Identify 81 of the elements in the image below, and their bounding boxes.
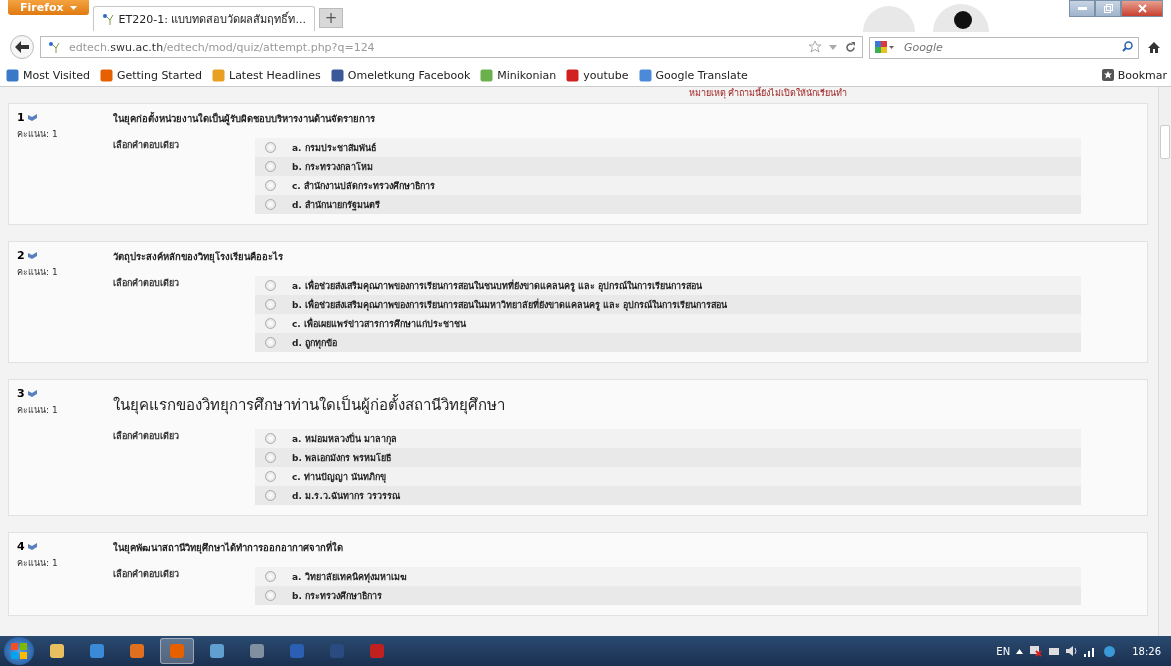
radio-button[interactable] xyxy=(265,471,276,482)
answer-option[interactable]: a. วิทยาลัยเทคนิคทุ่งมหาเมฆ xyxy=(292,569,407,584)
site-icon xyxy=(47,41,61,53)
caret-icon xyxy=(69,5,77,10)
score-label: คะแนน: 1 xyxy=(17,266,59,279)
answer-option[interactable]: b. กระทรวงศึกษาธิการ xyxy=(292,588,382,603)
instruction-text: เลือกคำตอบเดียว xyxy=(113,429,180,443)
radio-button[interactable] xyxy=(265,433,276,444)
bookmark-link[interactable]: youtube xyxy=(566,68,629,82)
speaker-icon[interactable] xyxy=(1066,645,1079,657)
notice-text: หมายเหตุ คำถามนี้ยังไม่เปิดให้นักเรียนทำ xyxy=(688,87,848,99)
question-number: 1 xyxy=(17,111,25,124)
windows-logo-icon xyxy=(11,643,27,659)
answer-option[interactable]: b. พลเอกมังกร พรหมโยธี xyxy=(292,450,392,465)
clock-text[interactable]: 18:26 xyxy=(1132,645,1161,657)
home-icon xyxy=(1148,41,1160,53)
back-arrow-icon xyxy=(15,41,29,53)
restore-icon xyxy=(1103,4,1113,13)
close-icon xyxy=(1137,4,1147,13)
close-button[interactable] xyxy=(1121,0,1163,17)
answer-option[interactable]: b. กระทรวงกลาโหม xyxy=(292,159,373,174)
bookmark-link[interactable]: Getting Started xyxy=(99,68,202,82)
question-text: ในยุคพัฒนาสถานีวิทยุศึกษาได้ทำการออกอากาศจากที่ใด xyxy=(113,540,344,555)
radio-button[interactable] xyxy=(265,590,276,601)
score-label: คะแนน: 1 xyxy=(17,404,59,417)
radio-button[interactable] xyxy=(265,161,276,172)
radio-button[interactable] xyxy=(265,180,276,191)
question-text: ในยุคแรกของวิทยุการศึกษาท่านใดเป็นผู้ก่อตั้งสถานีวิทยุศึกษา xyxy=(113,393,506,417)
answer-option[interactable]: c. ท่านปัญญา นันทภิกขุ xyxy=(292,469,387,484)
answer-option[interactable]: d. สำนักนายกรัฐมนตรี xyxy=(292,197,380,212)
bookmark-link[interactable]: Latest Headlines xyxy=(212,68,321,82)
tab-title: ET220-1: แบบทดสอบวัดผลสัมฤทธิ์ท... xyxy=(118,10,306,28)
bookmark-link[interactable]: Most Visited xyxy=(6,68,90,82)
radio-button[interactable] xyxy=(265,199,276,210)
browser-tab[interactable]: ET220-1: แบบทดสอบวัดผลสัมฤทธิ์ท... xyxy=(92,6,315,31)
up-arrow-icon[interactable] xyxy=(1016,648,1024,654)
answer-option[interactable]: d. ถูกทุกข้อ xyxy=(292,335,337,350)
question-text: วัตถุประสงค์หลักของวิทยุโรงเรียนคืออะไร xyxy=(113,250,284,264)
answer-option[interactable]: c. สำนักงานปลัดกระทรวงศึกษาธิการ xyxy=(292,178,435,193)
search-field[interactable]: Google xyxy=(869,36,1139,59)
answer-option[interactable]: d. ม.ร.ว.ฉันทากร วรวรรณ xyxy=(292,488,401,503)
bookmarks-menu-button[interactable]: Bookmar xyxy=(1101,68,1167,82)
radio-button[interactable] xyxy=(265,571,276,582)
new-tab-button[interactable]: + xyxy=(318,8,343,28)
score-label: คะแนน: 1 xyxy=(17,557,59,570)
score-label: คะแนน: 1 xyxy=(17,128,59,141)
question-number: 2 xyxy=(17,249,25,262)
url-text: edtech.swu.ac.th/edtech/mod/quiz/attempt.php?q=124 xyxy=(69,40,375,54)
bookmark-link[interactable]: Omeletkung Facebook xyxy=(330,68,471,82)
instruction-text: เลือกคำตอบเดียว xyxy=(113,567,180,581)
back-button[interactable] xyxy=(10,35,34,59)
bookmark-link[interactable]: Minikonian xyxy=(480,68,557,82)
star-icon[interactable] xyxy=(809,41,821,53)
answer-option[interactable]: a. หม่อมหลวงปิ่น มาลากุล xyxy=(292,431,397,446)
radio-button[interactable] xyxy=(265,280,276,291)
radio-button[interactable] xyxy=(265,452,276,463)
search-engine-icon[interactable] xyxy=(875,41,895,53)
answer-option[interactable]: a. กรมประชาสัมพันธ์ xyxy=(292,140,376,155)
question-number: 4 xyxy=(17,540,25,553)
radio-button[interactable] xyxy=(265,299,276,310)
question-number: 3 xyxy=(17,387,25,400)
instruction-text: เลือกคำตอบเดียว xyxy=(113,138,180,152)
star-icon xyxy=(1101,69,1114,81)
bookmark-link[interactable]: Google Translate xyxy=(638,68,748,82)
instruction-text: เลือกคำตอบเดียว xyxy=(113,276,180,290)
minimize-icon xyxy=(1077,7,1087,10)
answer-option[interactable]: c. เพื่อเผยแพร่ข่าวสารการศึกษาแก่ประชาชน xyxy=(292,316,466,331)
dropdown-icon[interactable] xyxy=(829,44,837,50)
scrollbar-thumb[interactable] xyxy=(1160,125,1170,159)
radio-button[interactable] xyxy=(265,142,276,153)
start-button[interactable] xyxy=(4,637,34,665)
site-icon xyxy=(101,13,114,25)
address-bar[interactable]: edtech.swu.ac.th/edtech/mod/quiz/attempt.php?q=124 xyxy=(40,36,863,58)
language-indicator[interactable]: EN xyxy=(996,645,1011,657)
radio-button[interactable] xyxy=(265,318,276,329)
restore-button[interactable] xyxy=(1095,0,1121,17)
question-text: ในยุคก่อตั้งหน่วยงานใดเป็นผู้รับผิดชอบบริหารงานด้านจัดรายการ xyxy=(113,111,376,126)
radio-button[interactable] xyxy=(265,337,276,348)
radio-button[interactable] xyxy=(265,490,276,501)
reload-icon[interactable] xyxy=(845,41,856,53)
minimize-button[interactable] xyxy=(1069,0,1095,17)
